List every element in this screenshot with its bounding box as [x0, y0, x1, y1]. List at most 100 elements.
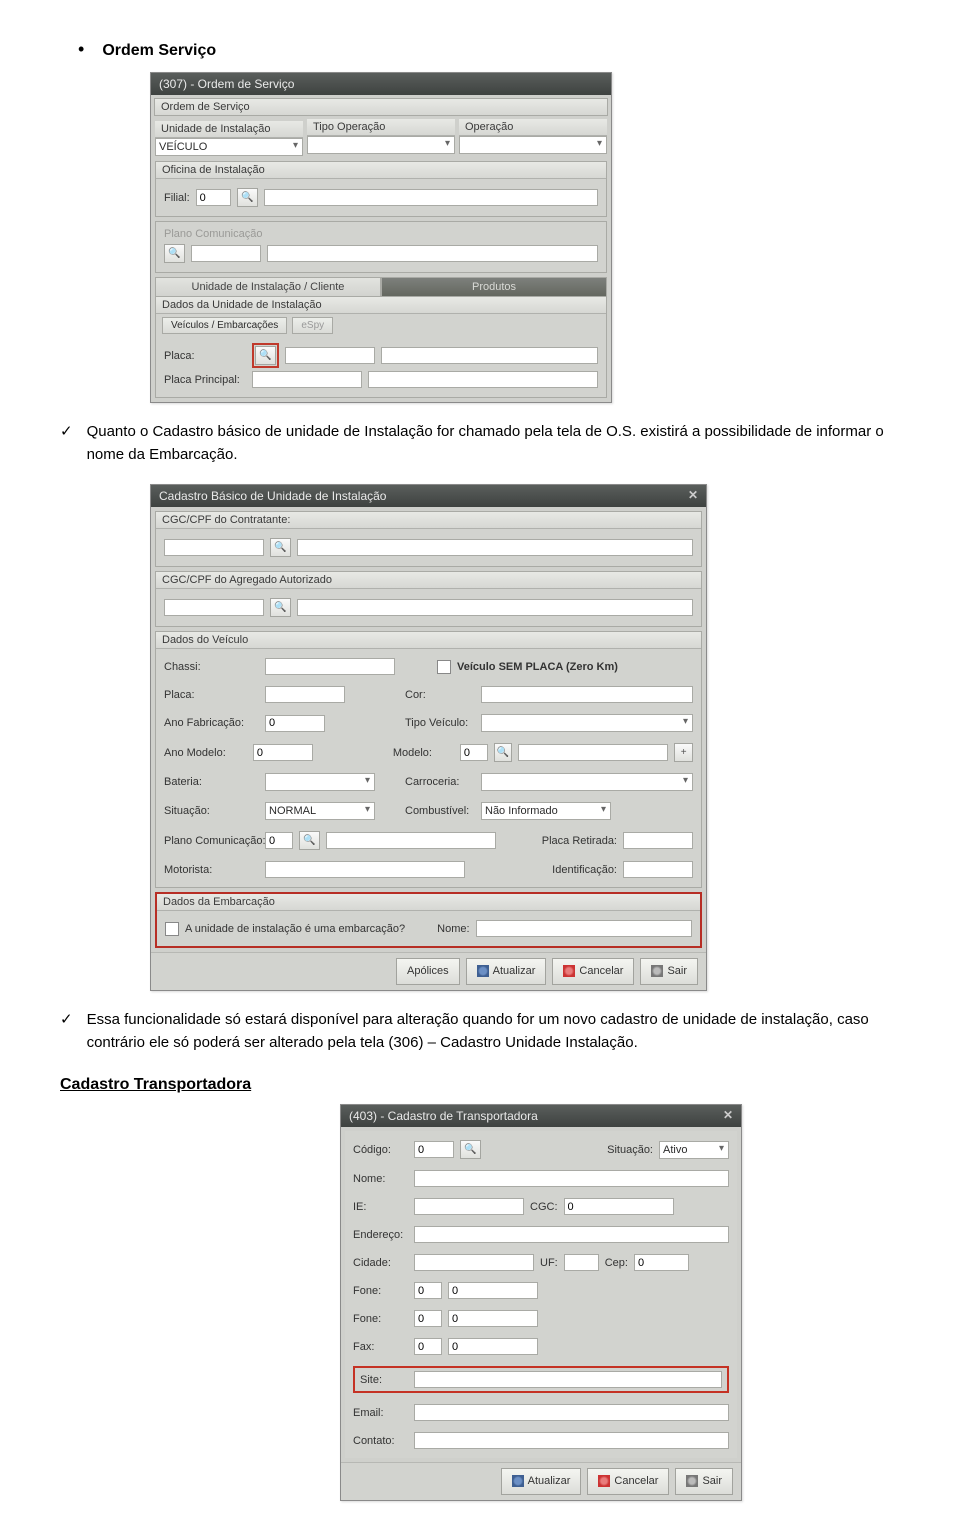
checkbox-sem-placa[interactable]	[437, 660, 451, 674]
group-dados-veiculo: Dados do Veículo	[156, 632, 701, 649]
label-combustivel: Combustível:	[405, 805, 475, 817]
label-pergunta-embarcacao: A unidade de instalação é uma embarcação…	[185, 923, 405, 935]
label-situacao: Situação:	[607, 1144, 653, 1156]
window-307-title: (307) - Ordem de Serviço	[151, 73, 611, 95]
search-icon[interactable]: 🔍	[270, 598, 291, 617]
label-uf: UF:	[540, 1257, 558, 1269]
sair-button[interactable]: Sair	[640, 958, 698, 985]
input-ano-modelo[interactable]	[253, 744, 313, 761]
select-bateria[interactable]	[265, 773, 375, 791]
search-icon[interactable]: 🔍	[164, 244, 185, 263]
input-site[interactable]	[414, 1371, 722, 1388]
window-cadastro-title: Cadastro Básico de Unidade de Instalação…	[151, 485, 706, 507]
close-icon[interactable]: ✕	[721, 1108, 735, 1122]
input-motorista[interactable]	[265, 861, 465, 878]
input-cgc-agregado-nome[interactable]	[297, 599, 693, 616]
input-plano-2[interactable]	[267, 245, 598, 262]
input-fone1-num[interactable]	[448, 1282, 538, 1299]
search-icon[interactable]: 🔍	[460, 1140, 481, 1159]
input-modelo-nome[interactable]	[518, 744, 668, 761]
input-nome-embarcacao[interactable]	[476, 920, 692, 937]
group-dados-embarcacao: Dados da Embarcação	[157, 894, 700, 911]
input-filial-nome[interactable]	[264, 189, 598, 206]
input-fax-num[interactable]	[448, 1338, 538, 1355]
search-icon[interactable]: 🔍	[494, 743, 513, 762]
sair-button[interactable]: Sair	[675, 1468, 733, 1495]
subtab-espy[interactable]: eSpy	[292, 317, 333, 334]
label-nome: Nome:	[353, 1173, 408, 1185]
input-placa-retirada[interactable]	[623, 832, 693, 849]
input-cgc-contratante[interactable]	[164, 539, 264, 556]
label-placa-principal: Placa Principal:	[164, 374, 246, 386]
input-placa-principal[interactable]	[252, 371, 362, 388]
input-plano-codigo[interactable]	[265, 832, 293, 849]
select-carroceria[interactable]	[481, 773, 693, 791]
input-filial[interactable]	[196, 189, 231, 206]
save-icon	[477, 965, 489, 977]
apolices-button[interactable]: Apólices	[396, 958, 460, 985]
atualizar-button[interactable]: Atualizar	[466, 958, 547, 985]
search-icon[interactable]: 🔍	[255, 346, 276, 365]
checkbox-embarcacao[interactable]	[165, 922, 179, 936]
label-endereco: Endereço:	[353, 1229, 408, 1241]
input-codigo[interactable]	[414, 1141, 454, 1158]
select-situacao[interactable]: Ativo	[659, 1141, 729, 1159]
label-ano-modelo: Ano Modelo:	[164, 747, 247, 759]
input-plano-1[interactable]	[191, 245, 261, 262]
search-icon[interactable]: 🔍	[237, 188, 258, 207]
check-icon: ✓	[60, 1009, 73, 1054]
window-cadastro-basico: Cadastro Básico de Unidade de Instalação…	[150, 484, 707, 991]
input-endereco[interactable]	[414, 1226, 729, 1243]
col-tipo-operacao: Tipo Operação	[307, 119, 455, 136]
cancelar-button[interactable]: Cancelar	[552, 958, 634, 985]
input-plano-nome[interactable]	[326, 832, 496, 849]
input-placa-principal-desc[interactable]	[368, 371, 598, 388]
select-combustivel[interactable]: Não Informado	[481, 802, 611, 820]
label-fax: Fax:	[353, 1341, 408, 1353]
input-cidade[interactable]	[414, 1254, 534, 1271]
select-situacao[interactable]: NORMAL	[265, 802, 375, 820]
input-nome[interactable]	[414, 1170, 729, 1187]
select-tipo-operacao[interactable]	[307, 136, 455, 154]
search-icon[interactable]: 🔍	[299, 831, 320, 850]
search-icon[interactable]: 🔍	[270, 538, 291, 557]
input-cgc-contratante-nome[interactable]	[297, 539, 693, 556]
input-chassi[interactable]	[265, 658, 395, 675]
input-identificacao[interactable]	[623, 861, 693, 878]
input-ano-fabricacao[interactable]	[265, 715, 325, 732]
label-ano-fabricacao: Ano Fabricação:	[164, 717, 259, 729]
select-operacao[interactable]	[459, 136, 607, 154]
input-cep[interactable]	[634, 1254, 689, 1271]
input-placa[interactable]	[285, 347, 375, 364]
input-fone2-num[interactable]	[448, 1310, 538, 1327]
subtab-veiculos[interactable]: Veículos / Embarcações	[162, 317, 287, 334]
input-ie[interactable]	[414, 1198, 524, 1215]
exit-icon	[686, 1475, 698, 1487]
label-contato: Contato:	[353, 1435, 408, 1447]
input-cgc[interactable]	[564, 1198, 674, 1215]
cancelar-button[interactable]: Cancelar	[587, 1468, 669, 1495]
select-unidade-instalacao[interactable]: VEÍCULO	[155, 138, 303, 156]
input-fax-ddd[interactable]	[414, 1338, 442, 1355]
tab-unidade-cliente[interactable]: Unidade de Instalação / Cliente	[155, 277, 381, 296]
tab-produtos[interactable]: Produtos	[381, 277, 607, 296]
col-unidade-instalacao: Unidade de Instalação	[155, 121, 303, 138]
input-cor[interactable]	[481, 686, 693, 703]
window-403-title: (403) - Cadastro de Transportadora ✕	[341, 1105, 741, 1127]
cancel-icon	[563, 965, 575, 977]
input-modelo-codigo[interactable]	[460, 744, 488, 761]
atualizar-button[interactable]: Atualizar	[501, 1468, 582, 1495]
input-contato[interactable]	[414, 1432, 729, 1449]
input-placa[interactable]	[265, 686, 345, 703]
close-icon[interactable]: ✕	[686, 488, 700, 502]
heading-cadastro-transportadora: Cadastro Transportadora	[60, 1076, 900, 1094]
input-uf[interactable]	[564, 1254, 599, 1271]
input-email[interactable]	[414, 1404, 729, 1421]
input-placa-desc[interactable]	[381, 347, 598, 364]
input-cgc-agregado[interactable]	[164, 599, 264, 616]
select-tipo-veiculo[interactable]	[481, 714, 693, 732]
input-fone1-ddd[interactable]	[414, 1282, 442, 1299]
add-icon[interactable]: +	[674, 743, 693, 762]
label-carroceria: Carroceria:	[405, 776, 475, 788]
input-fone2-ddd[interactable]	[414, 1310, 442, 1327]
